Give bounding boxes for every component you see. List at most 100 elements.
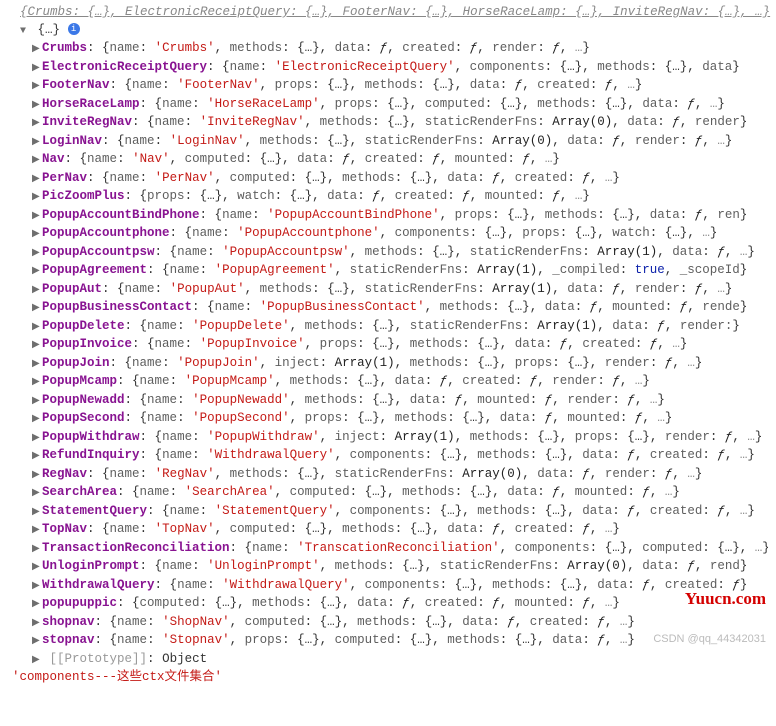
- expand-arrow-icon[interactable]: [32, 485, 42, 503]
- proto-key: [[Prototype]]: [50, 652, 148, 666]
- entry-key: shopnav: [42, 615, 95, 629]
- info-icon[interactable]: i: [68, 23, 80, 35]
- entry-row[interactable]: InviteRegNav: {name: 'InviteRegNav', met…: [8, 114, 768, 133]
- entry-key: stopnav: [42, 633, 95, 647]
- expand-arrow-icon[interactable]: [32, 319, 42, 337]
- watermark-yuucn: Yuucn.com: [685, 590, 766, 608]
- entry-row[interactable]: WithdrawalQuery: {name: 'WithdrawalQuery…: [8, 577, 768, 596]
- entry-key: RegNav: [42, 467, 87, 481]
- entry-row[interactable]: PopupMcamp: {name: 'PopupMcamp', methods…: [8, 373, 768, 392]
- entry-row[interactable]: Nav: {name: 'Nav', computed: {…}, data: …: [8, 151, 768, 170]
- entry-row[interactable]: RegNav: {name: 'RegNav', methods: {…}, s…: [8, 466, 768, 485]
- expand-arrow-icon[interactable]: [32, 134, 42, 152]
- expand-arrow-icon[interactable]: [32, 41, 42, 59]
- expand-arrow-icon[interactable]: [32, 282, 42, 300]
- entry-row[interactable]: PopupAgreement: {name: 'PopupAgreement',…: [8, 262, 768, 281]
- expand-arrow-icon[interactable]: [32, 430, 42, 448]
- expand-arrow-icon[interactable]: [32, 152, 42, 170]
- expand-arrow-icon[interactable]: [32, 596, 42, 614]
- expand-arrow-icon[interactable]: [32, 652, 42, 670]
- expand-arrow-icon[interactable]: [32, 245, 42, 263]
- expand-arrow-icon[interactable]: [32, 633, 42, 651]
- entry-row[interactable]: PopupBusinessContact: {name: 'PopupBusin…: [8, 299, 768, 318]
- entry-row[interactable]: PopupWithdraw: {name: 'PopupWithdraw', i…: [8, 429, 768, 448]
- entry-key: Crumbs: [42, 41, 87, 55]
- expand-arrow-icon[interactable]: [32, 226, 42, 244]
- entry-key: PicZoomPlus: [42, 189, 125, 203]
- expand-arrow-icon[interactable]: [32, 578, 42, 596]
- proto-value: Object: [162, 652, 207, 666]
- entry-row[interactable]: SearchArea: {name: 'SearchArea', compute…: [8, 484, 768, 503]
- entry-key: TopNav: [42, 522, 87, 536]
- entry-row[interactable]: FooterNav: {name: 'FooterNav', props: {……: [8, 77, 768, 96]
- expand-arrow-icon[interactable]: [32, 171, 42, 189]
- entry-key: PopupMcamp: [42, 374, 117, 388]
- entry-row[interactable]: TopNav: {name: 'TopNav', computed: {…}, …: [8, 521, 768, 540]
- entry-row[interactable]: PopupSecond: {name: 'PopupSecond', props…: [8, 410, 768, 429]
- expand-arrow-icon[interactable]: [32, 300, 42, 318]
- entry-row[interactable]: TransactionReconciliation: {name: 'Trans…: [8, 540, 768, 559]
- entry-row[interactable]: LoginNav: {name: 'LoginNav', methods: {……: [8, 133, 768, 152]
- expand-arrow-icon[interactable]: [32, 615, 42, 633]
- entry-key: Nav: [42, 152, 65, 166]
- entry-row[interactable]: PicZoomPlus: {props: {…}, watch: {…}, da…: [8, 188, 768, 207]
- expand-arrow-icon[interactable]: [32, 522, 42, 540]
- entry-row[interactable]: PopupDelete: {name: 'PopupDelete', metho…: [8, 318, 768, 337]
- object-summary: {Crumbs: {…}, ElectronicReceiptQuery: {……: [8, 4, 768, 22]
- expand-arrow-icon[interactable]: [32, 189, 42, 207]
- expand-arrow-icon[interactable]: [32, 393, 42, 411]
- brace-open: {…}: [38, 23, 61, 37]
- expand-arrow-icon[interactable]: [32, 78, 42, 96]
- entry-key: PopupAut: [42, 282, 102, 296]
- entry-row[interactable]: UnloginPrompt: {name: 'UnloginPrompt', m…: [8, 558, 768, 577]
- entry-key: TransactionReconciliation: [42, 541, 230, 555]
- entry-key: PopupDelete: [42, 319, 125, 333]
- entry-row[interactable]: PopupJoin: {name: 'PopupJoin', inject: A…: [8, 355, 768, 374]
- expand-arrow-icon[interactable]: [32, 411, 42, 429]
- expand-arrow-icon[interactable]: [32, 60, 42, 78]
- expand-arrow-icon[interactable]: [32, 208, 42, 226]
- entry-row[interactable]: PopupAut: {name: 'PopupAut', methods: {……: [8, 281, 768, 300]
- expand-arrow-icon[interactable]: [32, 115, 42, 133]
- entry-key: ElectronicReceiptQuery: [42, 60, 207, 74]
- entry-row[interactable]: PopupNewadd: {name: 'PopupNewadd', metho…: [8, 392, 768, 411]
- object-expanded-row[interactable]: {…} i: [8, 22, 768, 41]
- expand-arrow-icon[interactable]: [32, 504, 42, 522]
- expand-arrow-icon[interactable]: [32, 541, 42, 559]
- expand-arrow-icon[interactable]: [32, 337, 42, 355]
- entry-key: PopupAgreement: [42, 263, 147, 277]
- expand-arrow-icon[interactable]: [32, 374, 42, 392]
- entry-row[interactable]: Crumbs: {name: 'Crumbs', methods: {…}, d…: [8, 40, 768, 59]
- entry-key: PopupInvoice: [42, 337, 132, 351]
- entry-row[interactable]: shopnav: {name: 'ShopNav', computed: {…}…: [8, 614, 768, 633]
- expand-arrow-icon[interactable]: [32, 467, 42, 485]
- expand-arrow-icon[interactable]: [32, 448, 42, 466]
- entry-row[interactable]: PopupAccountBindPhone: {name: 'PopupAcco…: [8, 207, 768, 226]
- entry-key: InviteRegNav: [42, 115, 132, 129]
- entry-key: PopupSecond: [42, 411, 125, 425]
- entry-key: StatementQuery: [42, 504, 147, 518]
- entry-key: PopupAccountpsw: [42, 245, 155, 259]
- entry-row[interactable]: PerNav: {name: 'PerNav', computed: {…}, …: [8, 170, 768, 189]
- entry-row[interactable]: popupuppic: {computed: {…}, methods: {…}…: [8, 595, 768, 614]
- entry-row[interactable]: ElectronicReceiptQuery: {name: 'Electron…: [8, 59, 768, 78]
- entry-row[interactable]: RefundInquiry: {name: 'WithdrawalQuery',…: [8, 447, 768, 466]
- entry-row[interactable]: PopupInvoice: {name: 'PopupInvoice', pro…: [8, 336, 768, 355]
- watermark-csdn: CSDN @qq_44342031: [653, 631, 766, 649]
- prototype-row[interactable]: [[Prototype]]: Object: [8, 651, 768, 670]
- expand-arrow-icon[interactable]: [32, 356, 42, 374]
- entry-key: UnloginPrompt: [42, 559, 140, 573]
- entry-key: popupuppic: [42, 596, 117, 610]
- expand-arrow-down-icon[interactable]: [20, 23, 30, 41]
- expand-arrow-icon[interactable]: [32, 97, 42, 115]
- expand-arrow-icon[interactable]: [32, 263, 42, 281]
- entry-row[interactable]: StatementQuery: {name: 'StatementQuery',…: [8, 503, 768, 522]
- expand-arrow-icon[interactable]: [32, 559, 42, 577]
- entry-key: FooterNav: [42, 78, 110, 92]
- entry-key: HorseRaceLamp: [42, 97, 140, 111]
- entry-row[interactable]: PopupAccountpsw: {name: 'PopupAccountpsw…: [8, 244, 768, 263]
- entry-row[interactable]: HorseRaceLamp: {name: 'HorseRaceLamp', p…: [8, 96, 768, 115]
- entry-key: SearchArea: [42, 485, 117, 499]
- entry-key: PopupAccountphone: [42, 226, 170, 240]
- entry-row[interactable]: PopupAccountphone: {name: 'PopupAccountp…: [8, 225, 768, 244]
